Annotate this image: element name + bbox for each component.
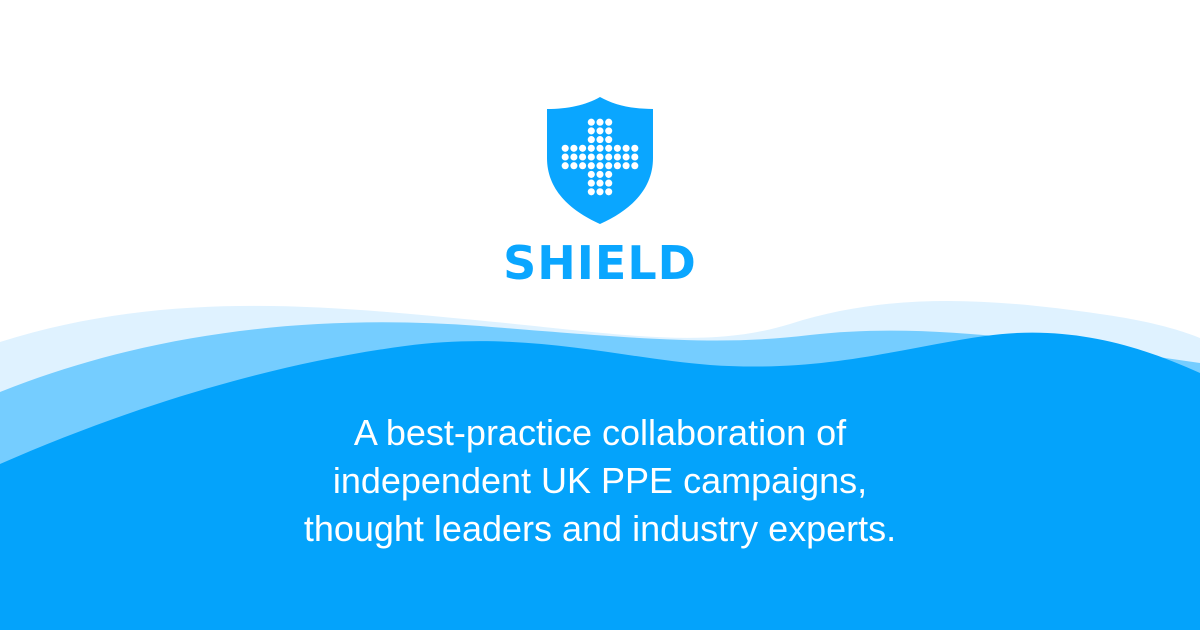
cross-dot: [596, 153, 604, 161]
tagline-line-1: A best-practice collaboration of: [353, 412, 847, 453]
cross-dot: [605, 170, 613, 178]
brand-wordmark: SHIELD: [503, 236, 697, 290]
cross-dot: [596, 144, 604, 152]
cross-dot: [596, 170, 604, 178]
cross-dot: [570, 153, 578, 161]
cross-dot: [613, 144, 621, 152]
cross-dot: [605, 136, 613, 144]
tagline-line-3: thought leaders and industry experts.: [303, 508, 897, 549]
cross-dot: [561, 153, 569, 161]
cross-dot: [570, 144, 578, 152]
cross-dot: [587, 144, 595, 152]
shield-medical-cross-icon: [547, 97, 653, 224]
cross-dot: [605, 188, 613, 196]
cross-dot: [596, 127, 604, 135]
cross-dot: [605, 127, 613, 135]
cross-dot: [613, 162, 621, 170]
cross-dot: [596, 118, 604, 126]
cross-dot: [605, 144, 613, 152]
cross-dot: [561, 162, 569, 170]
cross-dot: [587, 170, 595, 178]
cross-dot: [579, 162, 587, 170]
cross-dot: [631, 153, 639, 161]
cross-dot: [587, 136, 595, 144]
cross-dot: [631, 162, 639, 170]
tagline-line-2: independent UK PPE campaigns,: [332, 460, 868, 501]
cross-dot: [579, 144, 587, 152]
cross-dot: [596, 179, 604, 187]
cross-dot: [596, 136, 604, 144]
cross-dot: [587, 153, 595, 161]
cross-dot: [596, 162, 604, 170]
cross-dot: [605, 162, 613, 170]
cross-dot: [631, 144, 639, 152]
cross-dot: [622, 144, 630, 152]
cross-dot: [587, 162, 595, 170]
cross-dot: [587, 188, 595, 196]
cross-dot: [579, 153, 587, 161]
cross-dot: [613, 153, 621, 161]
cross-dot: [605, 153, 613, 161]
tagline: A best-practice collaboration of indepen…: [0, 409, 1200, 553]
cross-dot: [561, 144, 569, 152]
cross-dot: [622, 162, 630, 170]
cross-dot: [587, 127, 595, 135]
cross-dot: [570, 162, 578, 170]
cross-dot: [605, 179, 613, 187]
cross-dot: [622, 153, 630, 161]
cross-dot: [596, 188, 604, 196]
social-card: SHIELD A best-practice collaboration of …: [0, 0, 1200, 630]
cross-dot: [587, 118, 595, 126]
cross-dot: [587, 179, 595, 187]
cross-dot: [605, 118, 613, 126]
